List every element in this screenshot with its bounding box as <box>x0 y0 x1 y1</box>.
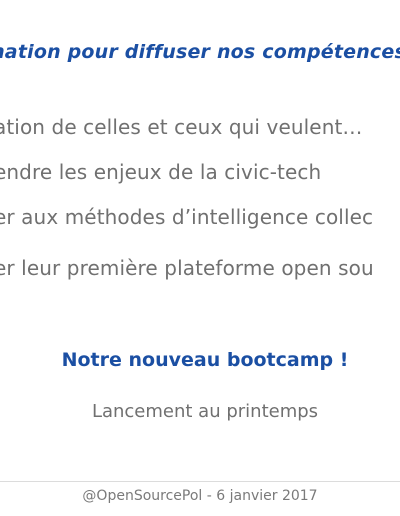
presentation-slide: mation pour diffuser nos compétences ati… <box>0 0 400 516</box>
bullet-line-1: ation de celles et ceux qui veulent… <box>0 115 363 139</box>
launch-subtitle: Lancement au printemps <box>91 401 319 422</box>
bootcamp-announcement: Notre nouveau bootcamp ! <box>61 349 349 371</box>
slide-footer: @OpenSourcePol - 6 janvier 2017 <box>82 488 318 504</box>
bullet-line-4: er leur première plateforme open sou <box>0 256 374 280</box>
footer-divider <box>0 481 400 482</box>
bullet-line-2: endre les enjeux de la civic-tech <box>0 160 322 184</box>
slide-heading: mation pour diffuser nos compétences <box>0 41 400 63</box>
bullet-line-3: er aux méthodes d’intelligence collec <box>0 205 374 229</box>
